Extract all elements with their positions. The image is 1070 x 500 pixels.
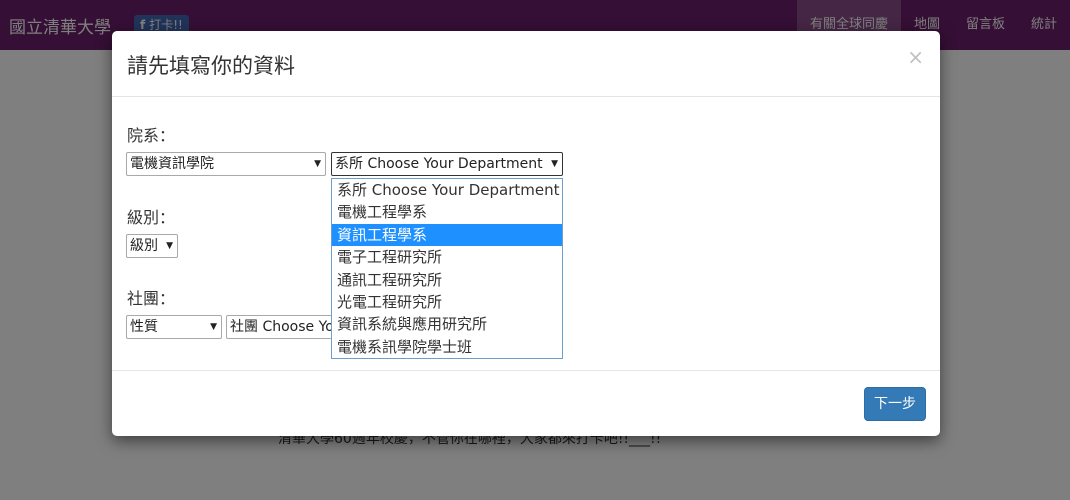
close-icon[interactable]: × [907, 45, 924, 69]
next-button[interactable]: 下一步 [864, 387, 926, 421]
dropdown-arrow-icon: ▼ [314, 159, 321, 169]
department-option-highlighted[interactable]: 資訊工程學系 [332, 223, 562, 247]
department-option[interactable]: 光電工程研究所 [332, 291, 562, 313]
department-option[interactable]: 通訊工程研究所 [332, 269, 562, 291]
department-dropdown-list: 系所 Choose Your Department 電機工程學系 資訊工程學系 … [331, 178, 563, 359]
modal-header: 請先填寫你的資料 × [112, 31, 940, 97]
grade-label: 級別： [127, 208, 176, 227]
college-label: 院系： [127, 126, 176, 145]
club-type-select-value: 性質 [130, 319, 158, 335]
club-type-select[interactable]: 性質 ▼ [126, 315, 222, 339]
department-select-value: 系所 Choose Your Department [335, 156, 543, 172]
dropdown-arrow-icon: ▼ [166, 241, 173, 251]
college-select[interactable]: 電機資訊學院 ▼ [126, 152, 326, 176]
modal-footer: 下一步 [112, 370, 940, 437]
dropdown-arrow-icon: ▼ [551, 159, 558, 169]
department-option[interactable]: 電機工程學系 [332, 201, 562, 223]
department-select[interactable]: 系所 Choose Your Department ▼ [331, 152, 563, 176]
department-option[interactable]: 電機系訊學院學士班 [332, 336, 562, 358]
modal-title: 請先填寫你的資料 [127, 54, 295, 78]
college-select-value: 電機資訊學院 [130, 156, 214, 172]
grade-select-value: 級別 [130, 238, 158, 254]
grade-select[interactable]: 級別 ▼ [126, 234, 178, 258]
dropdown-arrow-icon: ▼ [210, 322, 217, 332]
club-label: 社團： [127, 289, 176, 308]
department-option[interactable]: 資訊系統與應用研究所 [332, 313, 562, 335]
department-option[interactable]: 電子工程研究所 [332, 246, 562, 268]
department-option[interactable]: 系所 Choose Your Department [332, 179, 562, 201]
